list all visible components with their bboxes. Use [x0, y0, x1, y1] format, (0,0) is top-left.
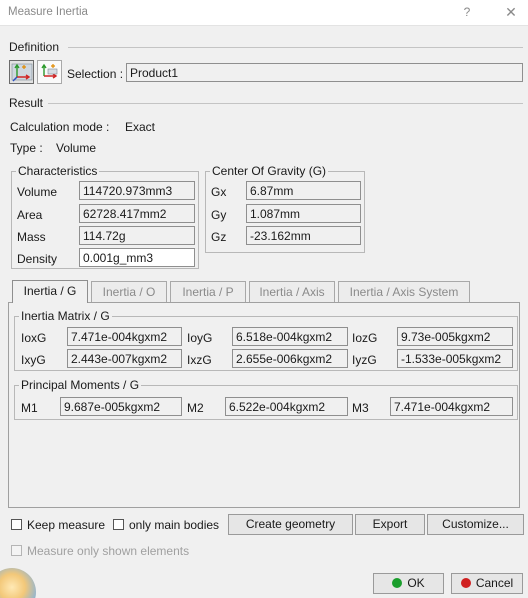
mass-field[interactable]: 114.72g	[79, 226, 195, 245]
ioxg-field[interactable]: 7.471e-004kgxm2	[67, 327, 182, 346]
ok-icon	[392, 578, 403, 588]
area-field[interactable]: 62728.417mm2	[79, 204, 195, 223]
help-icon[interactable]: ?	[460, 5, 474, 19]
gy-label: Gy	[211, 208, 227, 222]
ioyg-field[interactable]: 6.518e-004kgxm2	[232, 327, 348, 346]
tab-inertia-g[interactable]: Inertia / G	[12, 280, 88, 303]
tab-inertia-axis[interactable]: Inertia / Axis	[249, 281, 335, 302]
calculation-mode-label: Calculation mode :	[10, 120, 110, 134]
window-title: Measure Inertia	[8, 6, 88, 18]
keep-measure-checkbox[interactable]	[11, 519, 22, 530]
calculation-mode-value: Exact	[125, 120, 156, 134]
app-compass-icon	[0, 568, 36, 598]
m3-field[interactable]: 7.471e-004kgxm2	[390, 397, 513, 416]
result-divider	[48, 103, 523, 104]
measure-only-shown-label: Measure only shown elements	[27, 544, 190, 558]
ixyg-field[interactable]: 2.443e-007kgxm2	[67, 349, 182, 368]
type-value: Volume	[56, 141, 97, 155]
definition-divider	[68, 47, 523, 48]
only-main-bodies-label: only main bodies	[129, 518, 220, 532]
tab-inertia-axis-system[interactable]: Inertia / Axis System	[338, 281, 470, 302]
gy-field[interactable]: 1.087mm	[246, 204, 361, 223]
m2-field[interactable]: 6.522e-004kgxm2	[225, 397, 348, 416]
m2-label: M2	[187, 401, 204, 415]
selection-label: Selection :	[67, 67, 124, 81]
measure-only-shown-checkbox[interactable]	[11, 545, 22, 556]
selection-field[interactable]: Product1	[126, 63, 523, 82]
ioxg-label: IoxG	[21, 331, 47, 345]
export-button[interactable]: Export	[355, 514, 425, 535]
create-geometry-button[interactable]: Create geometry	[228, 514, 353, 535]
ixyg-label: IxyG	[21, 353, 46, 367]
measure-inertia-3d-button[interactable]	[9, 60, 34, 84]
ixzg-label: IxzG	[187, 353, 212, 367]
tab-inertia-p[interactable]: Inertia / P	[170, 281, 246, 302]
title-bar: Measure Inertia ? ✕	[0, 0, 528, 26]
only-main-bodies-checkbox[interactable]	[113, 519, 124, 530]
m1-label: M1	[21, 401, 38, 415]
ioyg-label: IoyG	[187, 331, 213, 345]
ixzg-field[interactable]: 2.655e-006kgxm2	[232, 349, 348, 368]
iyzg-field[interactable]: -1.533e-005kgxm2	[397, 349, 513, 368]
gz-label: Gz	[211, 230, 227, 244]
density-label: Density	[17, 252, 58, 266]
tab-inertia-o[interactable]: Inertia / O	[91, 281, 167, 302]
mass-label: Mass	[17, 230, 46, 244]
principal-moments-title: Principal Moments / G	[19, 378, 142, 392]
inertia-matrix-title: Inertia Matrix / G	[19, 309, 112, 323]
customize-button[interactable]: Customize...	[427, 514, 524, 535]
keep-measure-label: Keep measure	[27, 518, 106, 532]
result-label: Result	[9, 96, 44, 110]
iozg-field[interactable]: 9.73e-005kgxm2	[397, 327, 513, 346]
ok-label: OK	[407, 576, 425, 590]
gz-field[interactable]: -23.162mm	[246, 226, 361, 245]
gx-label: Gx	[211, 185, 227, 199]
gx-field[interactable]: 6.87mm	[246, 181, 361, 200]
ok-button[interactable]: OK	[373, 573, 444, 594]
definition-label: Definition	[9, 40, 60, 54]
cancel-icon	[460, 578, 471, 588]
iozg-label: IozG	[352, 331, 378, 345]
volume-label: Volume	[17, 185, 58, 199]
cancel-label: Cancel	[475, 576, 514, 590]
center-of-gravity-title: Center Of Gravity (G)	[210, 164, 329, 178]
cancel-button[interactable]: Cancel	[451, 573, 523, 594]
characteristics-title: Characteristics	[16, 164, 100, 178]
m1-field[interactable]: 9.687e-005kgxm2	[60, 397, 182, 416]
iyzg-label: IyzG	[352, 353, 377, 367]
inertia-2d-icon	[41, 63, 58, 79]
density-field[interactable]: 0.001g_mm3	[79, 248, 195, 267]
type-label: Type :	[10, 141, 43, 155]
close-icon[interactable]: ✕	[502, 3, 520, 21]
measure-inertia-2d-button[interactable]	[37, 60, 62, 84]
area-label: Area	[17, 208, 43, 222]
m3-label: M3	[352, 401, 369, 415]
inertia-3d-icon	[11, 63, 33, 82]
volume-field[interactable]: 114720.973mm3	[79, 181, 195, 200]
